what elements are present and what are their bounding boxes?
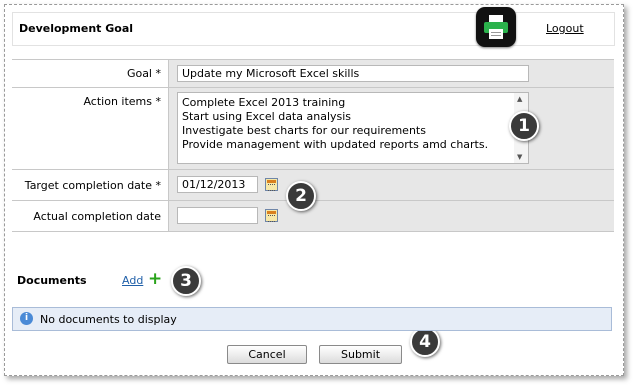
callout-badge-1: 1	[509, 111, 539, 141]
documents-info-bar: i No documents to display	[12, 307, 612, 331]
callout-badge-3: 3	[171, 266, 201, 296]
cancel-button[interactable]: Cancel	[227, 345, 307, 364]
no-documents-message: No documents to display	[40, 313, 177, 326]
documents-label: Documents	[17, 274, 87, 287]
target-date-input[interactable]: 01/12/2013	[177, 176, 258, 193]
add-document-link[interactable]: Add	[122, 274, 143, 287]
actual-date-row: Actual completion date	[12, 201, 614, 232]
logout-link[interactable]: Logout	[546, 22, 584, 35]
scroll-up-icon[interactable]: ▲	[517, 95, 522, 103]
callout-badge-2: 2	[286, 181, 316, 211]
printer-icon	[484, 15, 508, 39]
scroll-down-icon[interactable]: ▼	[517, 153, 522, 161]
submit-button[interactable]: Submit	[319, 345, 402, 364]
calendar-icon[interactable]	[265, 209, 278, 222]
goal-label: Goal *	[126, 67, 161, 80]
goal-input[interactable]: Update my Microsoft Excel skills	[177, 65, 529, 82]
target-date-label: Target completion date *	[24, 179, 161, 192]
add-plus-icon[interactable]: +	[148, 271, 162, 288]
action-items-label: Action items *	[83, 95, 161, 108]
actual-date-label: Actual completion date	[33, 210, 161, 223]
goal-form: Goal * Update my Microsoft Excel skills …	[12, 59, 614, 232]
info-icon: i	[20, 312, 33, 325]
calendar-icon[interactable]	[265, 178, 278, 191]
action-item-line: Provide management with updated reports …	[182, 138, 489, 151]
action-item-line: Start using Excel data analysis	[182, 110, 352, 123]
page-header: Development Goal Logout	[12, 7, 615, 47]
print-button[interactable]	[476, 7, 516, 47]
page-title: Development Goal	[19, 22, 134, 35]
callout-badge-4: 4	[410, 327, 440, 357]
action-item-line: Complete Excel 2013 training	[182, 96, 346, 109]
action-items-textarea[interactable]: Complete Excel 2013 training Start using…	[177, 92, 529, 164]
action-item-line: Investigate best charts for our requirem…	[182, 124, 426, 137]
actual-date-input[interactable]	[177, 207, 258, 224]
goal-row: Goal * Update my Microsoft Excel skills	[12, 60, 614, 88]
